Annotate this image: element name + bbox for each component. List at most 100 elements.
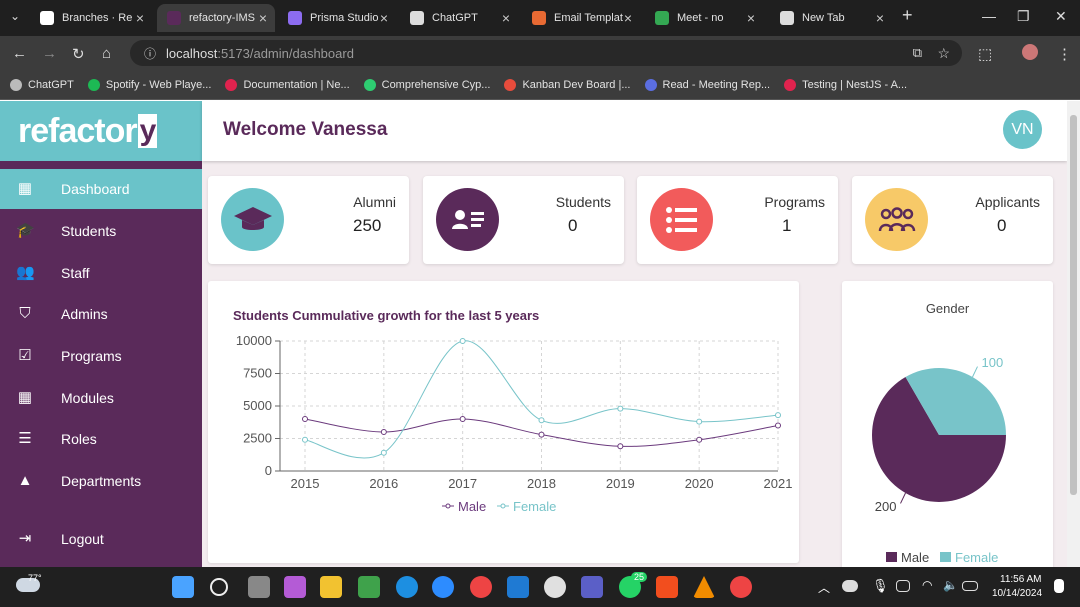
file-explorer-icon[interactable]: [320, 576, 342, 598]
install-icon[interactable]: ⧉: [913, 45, 922, 61]
close-tab-icon[interactable]: ×: [876, 10, 884, 26]
chrome-profile-icon[interactable]: [730, 576, 752, 598]
browser-tab[interactable]: New Tab ×: [770, 4, 892, 32]
close-window-icon[interactable]: ✕: [1055, 8, 1067, 25]
bookmark-star-icon[interactable]: ☆: [937, 45, 950, 62]
close-tab-icon[interactable]: ×: [259, 10, 267, 26]
store-icon[interactable]: [358, 576, 380, 598]
sidebar-item-departments[interactable]: ▲ Departments: [0, 461, 202, 501]
page-scrollbar[interactable]: [1067, 101, 1080, 567]
maximize-icon[interactable]: ❐: [1017, 8, 1030, 25]
search-icon[interactable]: [210, 578, 228, 596]
legend-swatch: [940, 552, 951, 562]
tray-chevron-icon[interactable]: ︿: [818, 579, 830, 596]
browser-tab[interactable]: Meet - no ×: [645, 4, 763, 32]
keyboard-icon[interactable]: [896, 580, 910, 592]
bookmark-favicon: [644, 78, 657, 91]
profile-avatar[interactable]: [1022, 44, 1038, 60]
close-tab-icon[interactable]: ×: [380, 10, 388, 26]
address-bar[interactable]: ⓘ localhost:5173/admin/dashboard ⧉ ☆: [130, 40, 962, 66]
vscode-icon[interactable]: [507, 576, 529, 598]
pie-data-label: 100: [982, 355, 1004, 370]
bookmark-favicon: [10, 78, 22, 91]
task-view-icon[interactable]: [248, 576, 270, 598]
volume-icon[interactable]: 🔈: [943, 578, 958, 592]
bookmark-item[interactable]: ChatGPT: [10, 78, 74, 91]
graduation-cap-icon: 🎓: [16, 222, 35, 239]
top-header: Welcome Vanessa VN: [202, 101, 1067, 161]
sidebar-item-label: Dashboard: [61, 181, 130, 197]
close-tab-icon[interactable]: ×: [624, 10, 632, 26]
reload-icon[interactable]: ↻: [72, 45, 85, 63]
microphone-icon[interactable]: 🎙: [872, 578, 889, 594]
teams-icon[interactable]: [581, 576, 603, 598]
growth-line-chart: 0 2500 5000 7500 10000 2015 2016 2017 2018 2019 20…: [236, 333, 793, 514]
browser-tab[interactable]: refactory-IMS ×: [157, 4, 275, 32]
home-icon[interactable]: ⌂: [102, 45, 111, 62]
site-info-icon[interactable]: ⓘ: [144, 45, 156, 62]
forward-icon[interactable]: →: [42, 45, 57, 62]
dashboard-icon: ▦: [17, 180, 33, 197]
figma-icon[interactable]: [656, 576, 678, 598]
y-tick-label: 2500: [243, 431, 272, 446]
browser-toolbar: ← → ↻ ⌂ ⓘ localhost:5173/admin/dashboard…: [0, 36, 1080, 70]
data-point-female: [775, 412, 781, 419]
app-page: refactor y ▦ Dashboard 🎓 Students 👥 Staff ⛉ Admi…: [0, 101, 1067, 567]
onedrive-icon[interactable]: [842, 580, 858, 592]
browser-tab[interactable]: Prisma Studio ×: [278, 4, 396, 32]
stat-value: 0: [568, 216, 578, 235]
minimize-icon[interactable]: —: [982, 8, 996, 24]
logout-label: Logout: [61, 531, 104, 547]
sidebar-item-label: Departments: [61, 473, 142, 489]
notification-icon[interactable]: [1054, 579, 1064, 593]
close-tab-icon[interactable]: ×: [747, 10, 755, 26]
new-tab-button[interactable]: +: [902, 5, 913, 26]
url-path: :5173/admin/dashboard: [217, 45, 354, 61]
vlc-icon[interactable]: [693, 576, 715, 598]
y-tick-label: 10000: [236, 333, 272, 348]
sidebar-item-students[interactable]: 🎓 Students: [0, 211, 202, 251]
bookmark-label: Testing | NestJS - A...: [802, 78, 908, 91]
edge-icon[interactable]: [396, 576, 418, 598]
menu-icon[interactable]: ⋮: [1057, 45, 1072, 63]
legend-swatch: [886, 552, 897, 562]
extensions-icon[interactable]: ⬚: [978, 45, 992, 63]
battery-icon[interactable]: [962, 581, 978, 591]
copilot-icon[interactable]: [284, 576, 306, 598]
bookmark-item[interactable]: Read - Meeting Rep...: [644, 78, 770, 91]
logout-button[interactable]: ⇥ Logout: [0, 519, 202, 559]
close-tab-icon[interactable]: ×: [502, 10, 510, 26]
close-tab-icon[interactable]: ×: [136, 10, 144, 26]
slack-icon[interactable]: [544, 576, 566, 598]
back-icon[interactable]: ←: [12, 45, 27, 62]
bookmark-item[interactable]: Testing | NestJS - A...: [784, 78, 908, 91]
bookmark-item[interactable]: Comprehensive Cyp...: [363, 78, 490, 91]
chrome-icon[interactable]: [470, 576, 492, 598]
tab-search-icon[interactable]: ⌄: [10, 9, 20, 23]
stat-label: Applicants: [975, 194, 1040, 210]
start-icon[interactable]: [172, 576, 194, 598]
user-avatar[interactable]: VN: [1003, 110, 1042, 149]
sidebar-item-dashboard[interactable]: ▦ Dashboard: [0, 169, 202, 209]
scrollbar-thumb[interactable]: [1070, 115, 1077, 495]
sidebar-item-programs[interactable]: ☑ Programs: [0, 336, 202, 376]
bookmark-item[interactable]: Spotify - Web Playe...: [87, 78, 211, 91]
bookmark-item[interactable]: Documentation | Ne...: [225, 78, 350, 91]
browser-tab[interactable]: Email Templat ×: [522, 4, 640, 32]
bookmark-item[interactable]: Kanban Dev Board |...: [504, 78, 631, 91]
stat-card-applicants: Applicants 0: [852, 176, 1053, 264]
stat-label: Programs: [764, 194, 825, 210]
data-point-female: [538, 417, 545, 424]
sidebar-item-admins[interactable]: ⛉ Admins: [0, 294, 202, 334]
zoom-icon[interactable]: [432, 576, 454, 598]
wifi-icon[interactable]: ◠: [922, 578, 932, 592]
sidebar-item-roles[interactable]: ☰ Roles: [0, 419, 202, 459]
stat-label: Students: [555, 194, 611, 210]
clock-date: 10/14/2024: [992, 588, 1043, 599]
sidebar-item-modules[interactable]: ▦ Modules: [0, 378, 202, 418]
bookmark-favicon: [225, 78, 238, 91]
sidebar-item-staff[interactable]: 👥 Staff: [0, 253, 202, 293]
brand-logo[interactable]: refactor y: [0, 101, 202, 161]
browser-tab[interactable]: Branches · Re ×: [30, 4, 152, 32]
browser-tab[interactable]: ChatGPT ×: [400, 4, 518, 32]
